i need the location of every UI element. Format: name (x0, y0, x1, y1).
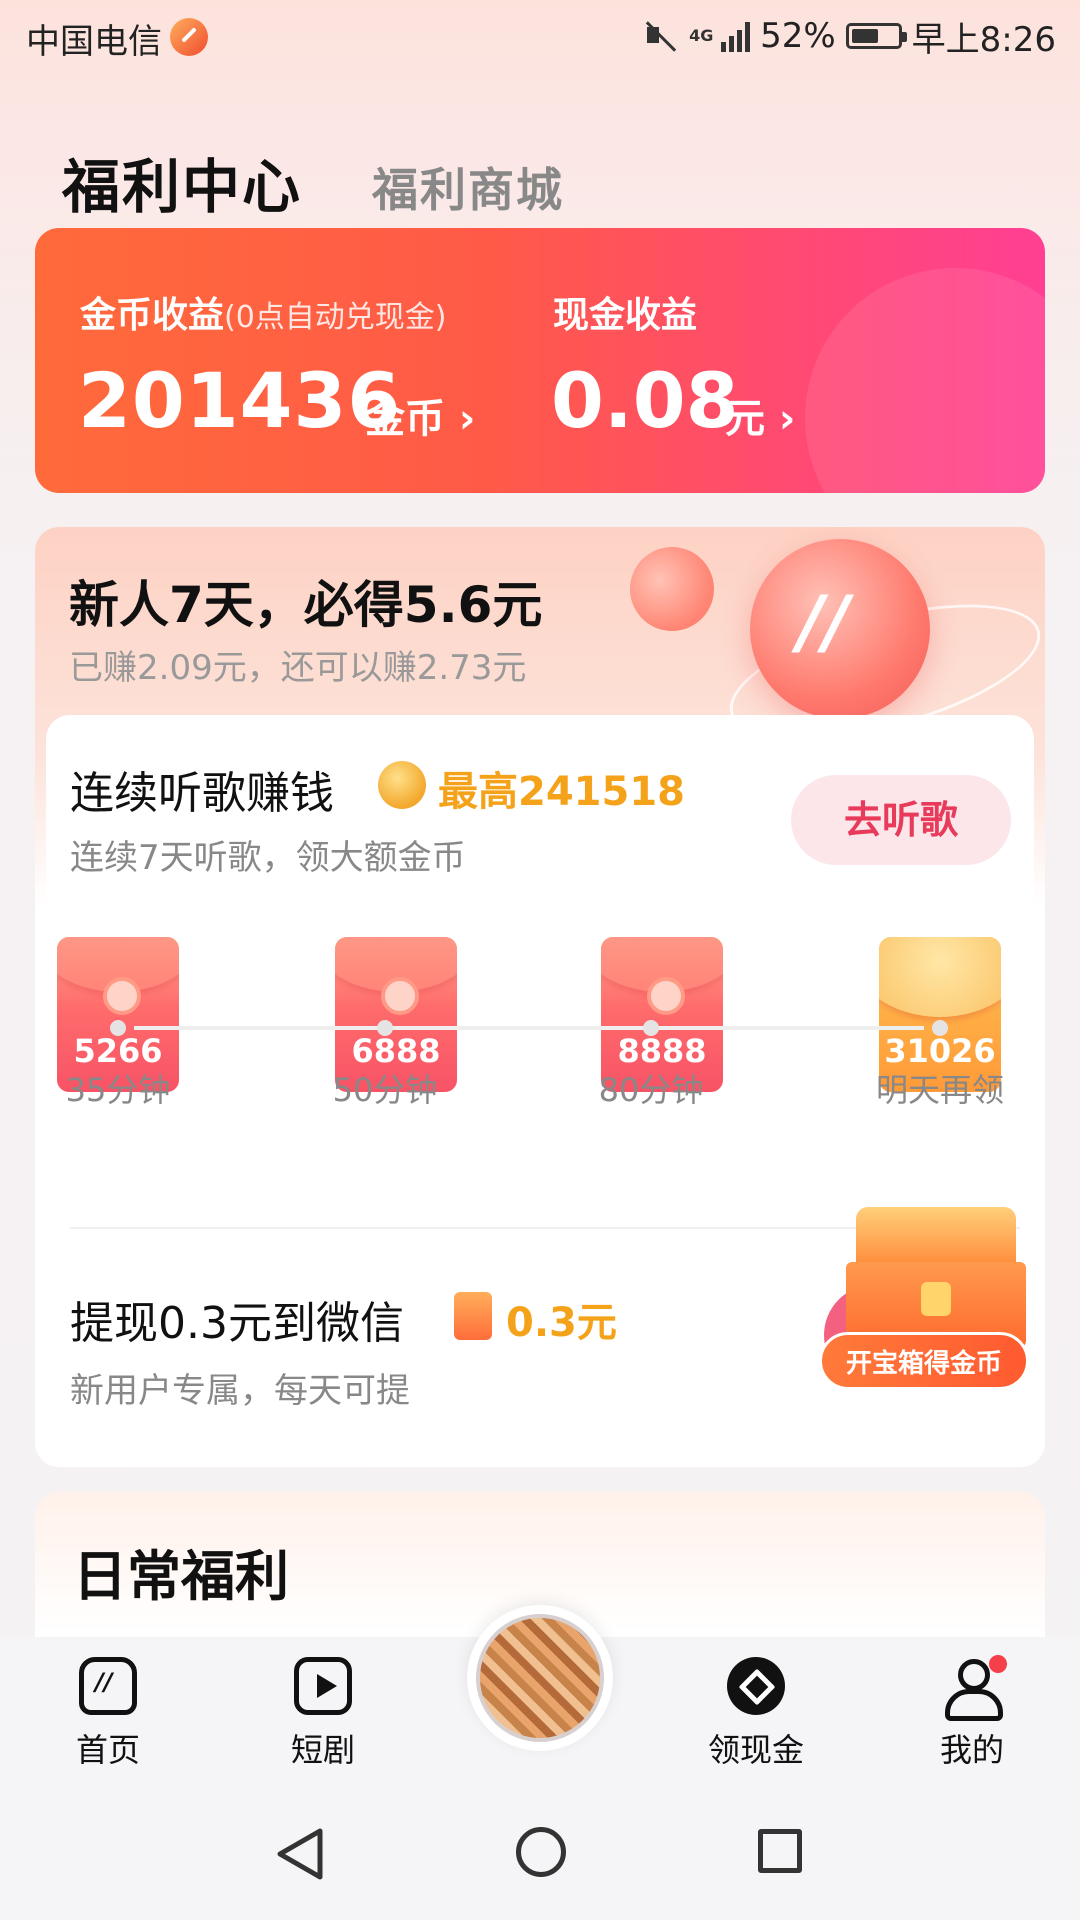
clock: 早上8:26 (911, 19, 1056, 60)
nav-profile[interactable]: 我的 (897, 1655, 1047, 1771)
back-icon[interactable] (276, 1827, 326, 1881)
nav-label: 我的 (939, 1731, 1004, 1769)
chest-lock (921, 1282, 951, 1316)
status-bar: 中国电信 4G 52% 早上8:26 (0, 0, 1080, 75)
reward-coins-4[interactable]: 31026 (879, 937, 1001, 1092)
withdraw-title[interactable]: 提现0.3元到微信 (70, 1287, 404, 1351)
reward-envelope-1[interactable]: 5266 (57, 937, 179, 1092)
newbie-title: 新人7天，必得5.6元 (69, 576, 543, 634)
reward-value: 8888 (617, 1032, 707, 1070)
cash-earnings-link[interactable]: 元 › (725, 386, 795, 444)
coin-earnings-link[interactable]: 金币 › (365, 386, 475, 444)
recent-apps-icon[interactable] (758, 1829, 802, 1873)
album-cover-image (476, 1614, 604, 1742)
home-circle-icon[interactable] (516, 1827, 566, 1877)
daily-welfare-title: 日常福利 (73, 1545, 289, 1608)
tab-welfare-mall[interactable]: 福利商城 (372, 154, 564, 220)
tab-welfare-center[interactable]: 福利中心 (62, 140, 302, 224)
big-coin-decoration (750, 539, 930, 719)
network-type: 4G (689, 26, 714, 45)
red-envelope-icon (454, 1292, 492, 1340)
signal-icon (721, 20, 751, 52)
nav-home[interactable]: 首页 (33, 1657, 183, 1771)
listen-max-reward: 最高241518 (438, 769, 685, 815)
coin-earnings-label: 金币收益(0点自动兑现金) (80, 295, 447, 336)
home-icon (79, 1657, 137, 1715)
nav-label: 短剧 (290, 1731, 355, 1769)
cash-earnings-value[interactable]: 0.08 (551, 356, 739, 445)
milestone-label: 35分钟 (65, 1071, 171, 1109)
reward-envelope-2[interactable]: 6888 (335, 937, 457, 1092)
play-icon (294, 1657, 352, 1715)
listen-task-panel: 连续听歌赚钱 最高241518 连续7天听歌，领大额金币 去听歌 5266 68… (46, 715, 1034, 1455)
user-icon (943, 1655, 1007, 1721)
battery-icon (845, 23, 907, 49)
nav-short-drama[interactable]: 短剧 (248, 1657, 398, 1771)
open-chest-button[interactable]: 开宝箱得金币 (819, 1332, 1029, 1390)
chest-lid (856, 1207, 1016, 1267)
newbie-subtitle: 已赚2.09元，还可以赚2.73元 (69, 648, 527, 688)
system-nav-bar (0, 1777, 1080, 1920)
status-icons: 4G 52% 早上8:26 (641, 14, 1056, 60)
go-listen-button[interactable]: 去听歌 (791, 775, 1011, 865)
gold-coin-icon (378, 761, 426, 809)
withdraw-subtitle: 新用户专属，每天可提 (70, 1371, 410, 1411)
milestone-label: 明天再领 (875, 1071, 1004, 1109)
nav-label: 领现金 (707, 1731, 804, 1769)
mute-icon (641, 17, 679, 55)
listen-task-subtitle: 连续7天听歌，领大额金币 (70, 838, 466, 878)
carrier-app-icon (170, 18, 208, 56)
notification-dot (989, 1655, 1007, 1673)
withdraw-amount: 0.3元 (506, 1300, 617, 1346)
cash-earnings-label: 现金收益 (553, 295, 698, 336)
nav-label: 首页 (75, 1731, 140, 1769)
reward-value: 5266 (73, 1032, 163, 1070)
now-playing-disc[interactable] (467, 1605, 613, 1751)
carrier-name: 中国电信 (26, 22, 162, 62)
reward-value: 6888 (351, 1032, 441, 1070)
progress-track (134, 1026, 924, 1030)
newbie-task-card: 新人7天，必得5.6元 已赚2.09元，还可以赚2.73元 连续听歌赚钱 最高2… (35, 527, 1045, 1467)
treasure-chest-icon[interactable] (846, 1207, 1026, 1347)
listen-task-title: 连续听歌赚钱 (70, 768, 334, 819)
nav-get-cash[interactable]: 领现金 (681, 1657, 831, 1771)
coin-earnings-note: (0点自动兑现金) (224, 300, 447, 335)
reward-envelope-3[interactable]: 8888 (601, 937, 723, 1092)
cash-icon (727, 1657, 785, 1715)
small-coin-decoration (618, 535, 726, 643)
milestone-label: 80分钟 (598, 1071, 704, 1109)
battery-percent: 52% (760, 16, 836, 56)
earnings-card: 金币收益(0点自动兑现金) 201436 金币 › 现金收益 0.08 元 › (35, 228, 1045, 493)
milestone-label: 50分钟 (332, 1071, 438, 1109)
coin-earnings-value[interactable]: 201436 (78, 356, 401, 445)
reward-value: 31026 (884, 1032, 996, 1070)
